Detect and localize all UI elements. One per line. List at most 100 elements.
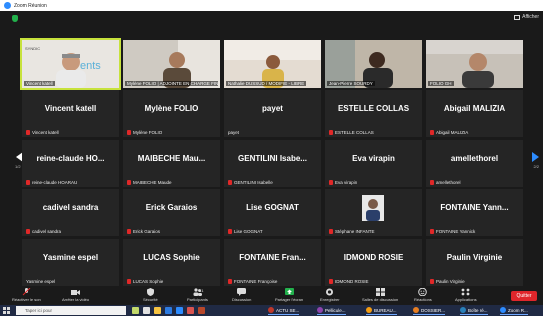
taskbar-app-label: Boîte ré...: [468, 307, 488, 313]
participant-tile[interactable]: Mylène FOLIO Mylène FOLIO: [123, 90, 220, 137]
participant-name-label: GENTILINI Isabelle: [228, 179, 273, 185]
zoom-taskbar-icon[interactable]: [176, 307, 183, 314]
mic-muted-icon: [127, 229, 131, 234]
taskbar-app-button[interactable]: Pellicule...: [317, 306, 346, 315]
participant-tile[interactable]: amellethorel amellethorel: [426, 139, 523, 187]
participant-tile[interactable]: cadivel sandra cadivel sandra: [22, 189, 119, 236]
participant-tile[interactable]: Stéphane INFANTE: [325, 189, 422, 236]
video-tile[interactable]: Jean-Pierre SOURDY: [325, 40, 422, 88]
toolbar-button-reactions[interactable]: Réactions: [414, 288, 432, 302]
taskbar-app-icon[interactable]: [132, 307, 139, 314]
svg-text:SYNDIC: SYNDIC: [25, 46, 40, 51]
taskbar-app-icon: [413, 307, 419, 313]
taskbar-app-button[interactable]: DOSSIER...: [413, 306, 446, 315]
toolbar-button-breakout[interactable]: Salles de discussion: [362, 288, 398, 302]
participant-tile[interactable]: Yasmine espel Yasmine espel: [22, 238, 119, 286]
chat-icon: [237, 288, 247, 296]
participant-name-label: FONTAINE Yannick: [430, 229, 475, 234]
participant-display-name: MAIBECHE Mau...: [137, 153, 206, 163]
office-icon[interactable]: [187, 307, 194, 314]
taskbar-app-icon: [460, 307, 466, 313]
participant-name-label: Jean-Pierre SOURDY: [327, 81, 375, 86]
participant-tile[interactable]: LUCAS Sophie LUCAS Sophie: [123, 238, 220, 286]
participant-tile[interactable]: Vincent katell Vincent katell: [22, 90, 119, 137]
title-bar: Zoom Réunion: [0, 0, 543, 11]
mic-muted-icon: [22, 288, 31, 296]
powerpoint-icon[interactable]: [198, 307, 205, 314]
participant-display-name: IDMOND ROSIE: [343, 252, 404, 262]
participant-label-text: Yasmine espel: [26, 278, 56, 284]
participant-display-name: Vincent katell: [44, 104, 97, 113]
taskbar-app-label: Zoom R...: [508, 307, 528, 313]
toolbar-button-label: Réactiver le son: [12, 297, 41, 302]
participant-display-name: cadivel sandra: [42, 203, 99, 212]
windows-start-icon[interactable]: [3, 307, 10, 314]
participants-count: 51: [199, 288, 204, 293]
toolbar-button-label: Enregistrer: [320, 297, 340, 302]
participant-label-text: FONTAINE Yannick: [436, 229, 476, 234]
view-button[interactable]: Afficher: [514, 14, 539, 20]
participant-name-label: FONTAINE Françoise: [228, 278, 277, 284]
file-explorer-icon[interactable]: [154, 307, 161, 314]
participant-tile[interactable]: reine-claude HO... reine-claude HOARAU: [22, 139, 119, 187]
mic-muted-icon: [329, 179, 333, 185]
mic-muted-icon: [26, 179, 30, 185]
toolbar-button-chat[interactable]: Discussion: [232, 288, 251, 302]
participant-display-name: reine-claude HO...: [36, 153, 105, 163]
participant-tile[interactable]: payet payet: [224, 90, 321, 137]
toolbar-button-label: Applications: [455, 297, 477, 302]
toolbar-button-apps[interactable]: Applications: [455, 288, 477, 302]
end-meeting-button[interactable]: Quitter: [511, 291, 537, 301]
toolbar-button-share-screen[interactable]: Partager l'écran: [275, 288, 303, 302]
participant-tile[interactable]: Abigail MALIZIA Abigail MALIZIA: [426, 90, 523, 137]
participant-tile[interactable]: Erick Garaios Erick Garaios: [123, 189, 220, 236]
taskbar-app-button[interactable]: Zoom R...: [500, 306, 528, 315]
participant-label-text: Stéphane INFANTE: [335, 229, 375, 234]
participant-tile[interactable]: GENTILINI Isabe... GENTILINI Isabelle: [224, 139, 321, 187]
video-tile[interactable]: Mylène FOLIO | ADJOINTE EN CHARGE FINANC…: [123, 40, 220, 88]
participant-label-text: IDMOND ROSIE: [335, 278, 369, 284]
task-view-icon[interactable]: [143, 307, 150, 314]
mic-muted-icon: [26, 130, 30, 135]
taskbar-app-icon: [268, 307, 274, 313]
toolbar-button-camera[interactable]: Arrêter la vidéo: [62, 288, 89, 302]
video-tile[interactable]: ents SYNDIC Vincent katell: [20, 38, 121, 90]
participant-tile[interactable]: Eva virapin Eva virapin: [325, 139, 422, 187]
next-page-arrow-icon[interactable]: [532, 152, 539, 162]
participant-tile[interactable]: IDMOND ROSIE IDMOND ROSIE: [325, 238, 422, 286]
toolbar-button-participants[interactable]: 51 Participants: [187, 288, 208, 302]
participant-tile[interactable]: Paulin Virginie Paulin Virginie: [426, 238, 523, 286]
taskbar-app-button[interactable]: Boîte ré...: [460, 306, 488, 315]
participant-label-text: cadivel sandra: [32, 229, 62, 234]
toolbar-button-record[interactable]: Enregistrer: [320, 288, 340, 302]
participant-tile[interactable]: FONTAINE Fran... FONTAINE Françoise: [224, 238, 321, 286]
taskbar-search-input[interactable]: Taper ici pour: [16, 306, 126, 315]
participant-tile[interactable]: ESTELLE COLLAS ESTELLE COLLAS: [325, 90, 422, 137]
participant-name-label: reine-claude HOARAU: [26, 179, 77, 185]
record-icon: [326, 288, 334, 296]
taskbar-app-icon: [317, 307, 323, 313]
taskbar-app-button[interactable]: ACTU SE...: [268, 306, 300, 315]
participant-tile[interactable]: Lise GOGNAT Lise GOGNAT: [224, 189, 321, 236]
toolbar-button-mic-muted[interactable]: Réactiver le son: [12, 288, 41, 302]
edge-browser-icon[interactable]: [165, 307, 172, 314]
participant-display-name: Paulin Virginie: [446, 252, 503, 262]
participant-tile[interactable]: MAIBECHE Mau... MAIBECHE Maude: [123, 139, 220, 187]
video-tile[interactable]: Nathalie DUSSUD / MODIFIE - LIBRE: [224, 40, 321, 88]
encryption-shield-icon[interactable]: [12, 15, 18, 22]
participant-display-name: FONTAINE Fran...: [239, 252, 306, 262]
taskbar-app-button[interactable]: BUREAU...: [366, 306, 397, 315]
participant-display-name: Erick Garaios: [145, 203, 198, 212]
mic-muted-icon: [329, 278, 333, 284]
participant-label-text: Lise GOGNAT: [234, 229, 263, 234]
participant-name-label: Eva virapin: [329, 179, 357, 185]
svg-text:ents: ents: [80, 60, 101, 72]
mic-muted-icon: [430, 278, 434, 284]
video-tile[interactable]: FOLIO GH: [426, 40, 523, 88]
mic-muted-icon: [329, 229, 333, 234]
toolbar-button-shield[interactable]: Sécurité: [143, 288, 158, 302]
participant-tile[interactable]: FONTAINE Yann... FONTAINE Yannick: [426, 189, 523, 236]
taskbar-app-icon: [500, 307, 506, 313]
video-gallery: ents SYNDIC Vincent katell Mylène FOLIO …: [20, 38, 523, 286]
share-screen-icon: [284, 288, 294, 295]
